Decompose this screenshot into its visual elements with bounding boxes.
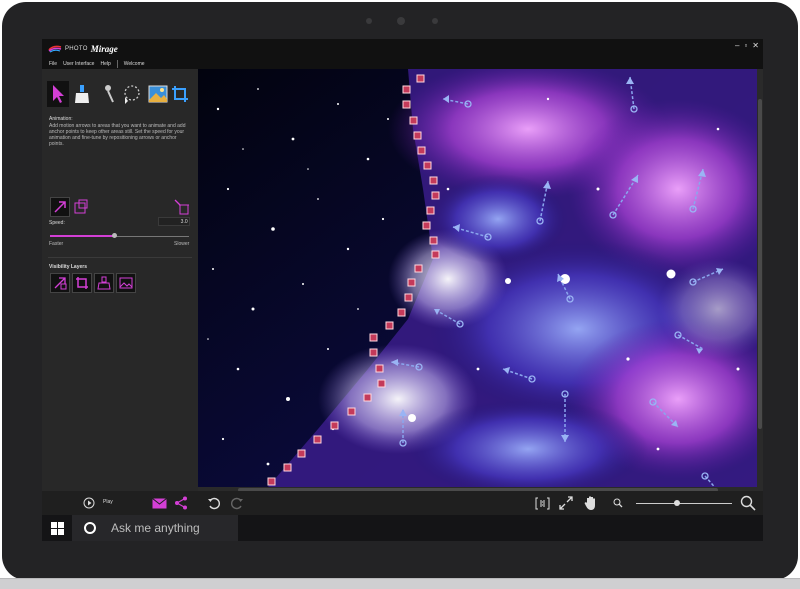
vertical-scroll-thumb[interactable] (758, 99, 762, 429)
app-logo: PHOTO Mirage (48, 42, 118, 56)
tool-panel: Animation: Add motion arrows to areas th… (42, 69, 198, 512)
mask-layer-icon (97, 276, 111, 290)
pin-brush-icon (105, 85, 114, 103)
redo-icon (231, 497, 243, 510)
share-button[interactable] (173, 495, 189, 511)
speed-slider-handle[interactable] (112, 233, 117, 238)
zoom-in-button[interactable] (739, 494, 757, 512)
email-share-button[interactable] (151, 496, 167, 510)
image-tool-button[interactable] (147, 81, 169, 107)
device-bottom-edge (0, 578, 800, 589)
crop-layer-icon (76, 277, 88, 289)
hand-icon (584, 496, 595, 510)
start-button[interactable] (42, 515, 72, 541)
screen: PHOTO Mirage – ▫ ✕ File User Interface H… (42, 39, 763, 541)
share-icon (175, 496, 187, 510)
anchor-point-icon (74, 199, 88, 214)
vertical-scrollbar[interactable] (757, 69, 763, 512)
close-button[interactable]: ✕ (752, 41, 759, 50)
crop-tool-button[interactable] (169, 81, 191, 107)
visibility-layers-title: Visibility Layers (49, 264, 87, 270)
windows-taskbar: Ask me anything (42, 515, 763, 541)
menu-file[interactable]: File (49, 61, 57, 67)
menu-bar: File User Interface Help Welcome (42, 59, 763, 69)
image-layer-icon (119, 277, 133, 289)
magnifier-large-icon (740, 495, 756, 511)
image-canvas[interactable] (198, 69, 757, 487)
one-to-one-icon (535, 497, 549, 509)
camera-lens (397, 17, 405, 25)
animation-title: Animation: (49, 116, 73, 122)
actual-size-button[interactable] (534, 495, 550, 511)
layer-crop-toggle[interactable] (72, 273, 92, 293)
brush-tool-button[interactable] (99, 81, 121, 107)
sensor-dot (366, 18, 372, 24)
crop-icon (172, 86, 188, 102)
envelope-icon (151, 497, 167, 508)
motion-arrows-layer-icon (54, 277, 67, 290)
speed-stepper[interactable]: 3.0 (158, 217, 190, 226)
lasso-tool-button[interactable] (120, 81, 142, 107)
cursor-arrow-icon (53, 85, 64, 103)
menu-user-interface[interactable]: User Interface (63, 61, 94, 67)
undo-button[interactable] (206, 495, 222, 511)
menu-help[interactable]: Help (100, 61, 110, 67)
windows-logo-icon (50, 521, 64, 535)
menu-welcome[interactable]: Welcome (124, 61, 145, 67)
animation-description: Add motion arrows to areas that you want… (49, 123, 186, 147)
magnifier-small-icon (613, 498, 623, 508)
speed-label: Speed: (49, 220, 65, 226)
fit-screen-button[interactable] (558, 495, 574, 511)
lasso-icon (124, 85, 140, 104)
photo-preview (198, 69, 757, 487)
slower-label: Slower (174, 241, 190, 247)
search-placeholder: Ask me anything (111, 521, 200, 535)
layer-image-toggle[interactable] (116, 273, 136, 293)
swirl-logo-icon (48, 45, 62, 53)
anchor-point-button[interactable] (71, 197, 91, 217)
maximize-button[interactable]: ▫ (744, 41, 747, 50)
cortana-icon (84, 522, 96, 534)
landscape-image-icon (148, 85, 168, 103)
motion-arrow-icon (54, 201, 66, 213)
window-controls: – ▫ ✕ (735, 41, 759, 50)
play-icon (83, 497, 95, 509)
motion-arrow-button[interactable] (50, 197, 70, 217)
pan-tool-button[interactable] (583, 494, 599, 512)
title-bar: PHOTO Mirage – ▫ ✕ (42, 39, 763, 59)
zoom-out-button[interactable] (612, 497, 624, 509)
layer-mask-toggle[interactable] (94, 273, 114, 293)
speed-slider-fill (50, 235, 114, 237)
faster-label: Faster (49, 241, 64, 247)
layer-arrows-toggle[interactable] (50, 273, 70, 293)
tablet-frame: PHOTO Mirage – ▫ ✕ File User Interface H… (2, 2, 798, 580)
menu-separator (116, 60, 118, 68)
trash-icon (174, 199, 189, 215)
expand-icon (559, 496, 573, 510)
brand-prefix: PHOTO (65, 46, 88, 52)
cortana-search-box[interactable]: Ask me anything (72, 515, 238, 541)
minimize-button[interactable]: – (735, 41, 739, 50)
play-button[interactable] (82, 496, 96, 510)
delete-arrows-button[interactable] (172, 197, 192, 217)
undo-icon (208, 497, 220, 510)
speed-value: 3.0 (180, 219, 188, 225)
sensor-dot (432, 18, 438, 24)
animate-tool-button[interactable] (47, 81, 69, 107)
mask-tool-button[interactable] (70, 81, 92, 107)
play-label: Play (103, 499, 113, 505)
zoom-slider-handle[interactable] (674, 500, 680, 506)
brand-name: Mirage (90, 44, 118, 54)
eraser-icon (75, 85, 89, 103)
zoom-slider-track[interactable] (636, 503, 732, 504)
panel-divider (48, 257, 192, 258)
redo-button[interactable] (229, 495, 245, 511)
